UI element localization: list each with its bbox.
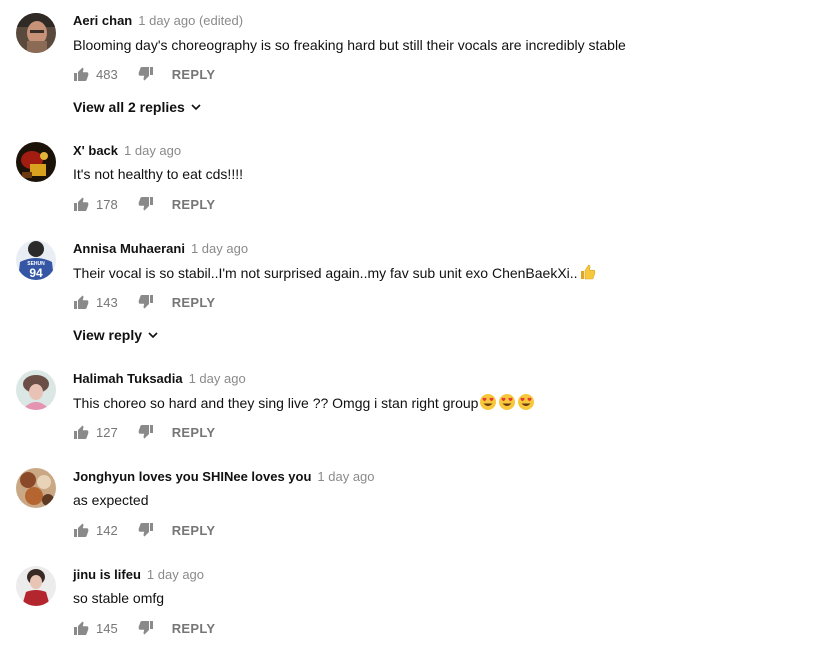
avatar[interactable]: SEHUN 94: [16, 240, 56, 280]
comment-actions: 145 REPLY: [73, 618, 215, 638]
reply-button[interactable]: REPLY: [172, 197, 216, 212]
chevron-down-icon: [148, 331, 158, 338]
timestamp[interactable]: 1 day ago (edited): [138, 13, 243, 28]
avatar[interactable]: [16, 142, 56, 182]
dislike-button[interactable]: [138, 620, 154, 636]
comment-text: Blooming day's choreography is so freaki…: [73, 37, 626, 53]
comments-section: Aeri chan 1 day ago (edited) Blooming day…: [0, 0, 819, 651]
avatar[interactable]: [16, 468, 56, 508]
thumbs-up-icon: [74, 425, 89, 439]
comment-text-row: This choreo so hard and they sing live ?…: [73, 393, 535, 412]
comment-text: Their vocal is so stabil..I'm not surpri…: [73, 265, 578, 281]
thumbs-up-icon: [74, 67, 89, 81]
like-count: 143: [96, 294, 118, 310]
like-button[interactable]: 145: [73, 620, 118, 636]
avatar[interactable]: [16, 370, 56, 410]
author-name[interactable]: X' back: [73, 143, 118, 158]
comment-header: Aeri chan 1 day ago (edited): [73, 13, 243, 29]
thumbs-down-icon: [138, 197, 153, 211]
chevron-down-icon: [191, 103, 201, 110]
reply-button[interactable]: REPLY: [172, 295, 216, 310]
thumbs-down-icon: [138, 425, 153, 439]
timestamp[interactable]: 1 day ago: [124, 143, 181, 158]
thumbs-up-icon: [74, 295, 89, 309]
thumbs-up-emoji: [580, 264, 595, 280]
timestamp[interactable]: 1 day ago: [147, 567, 204, 582]
view-replies-label: View reply: [73, 327, 143, 343]
timestamp[interactable]: 1 day ago: [189, 371, 246, 386]
dislike-button[interactable]: [138, 424, 154, 440]
view-replies-button[interactable]: View reply: [73, 327, 158, 343]
thumbs-up-icon: [74, 523, 89, 537]
thumbs-up-icon: [74, 621, 89, 635]
timestamp[interactable]: 1 day ago: [191, 241, 248, 256]
like-count: 127: [96, 424, 118, 440]
like-button[interactable]: 143: [73, 294, 118, 310]
comment-actions: 127 REPLY: [73, 422, 215, 442]
like-count: 145: [96, 620, 118, 636]
timestamp[interactable]: 1 day ago: [317, 469, 374, 484]
reply-button[interactable]: REPLY: [172, 523, 216, 538]
comment-header: Jonghyun loves you SHINee loves you 1 day…: [73, 469, 375, 485]
comment-actions: 142 REPLY: [73, 520, 215, 540]
comment-header: Halimah Tuksadia 1 day ago: [73, 371, 246, 387]
comment-header: X' back 1 day ago: [73, 143, 181, 159]
like-button[interactable]: 483: [73, 66, 118, 82]
like-button[interactable]: 142: [73, 522, 118, 538]
comment-text: This choreo so hard and they sing live ?…: [73, 395, 479, 411]
view-replies-button[interactable]: View all 2 replies: [73, 99, 201, 115]
dislike-button[interactable]: [138, 196, 154, 212]
reply-button[interactable]: REPLY: [172, 621, 216, 636]
author-name[interactable]: Annisa Muhaerani: [73, 241, 185, 256]
heart-eyes-emoji: [518, 394, 535, 410]
dislike-button[interactable]: [138, 294, 154, 310]
like-count: 142: [96, 522, 118, 538]
thumbs-up-icon: [74, 197, 89, 211]
author-name[interactable]: Aeri chan: [73, 13, 132, 28]
reply-button[interactable]: REPLY: [172, 425, 216, 440]
like-count: 178: [96, 196, 118, 212]
thumbs-down-icon: [138, 523, 153, 537]
like-count: 483: [96, 66, 118, 82]
author-name[interactable]: Jonghyun loves you SHINee loves you: [73, 469, 311, 484]
comment-actions: 483 REPLY: [73, 64, 215, 84]
avatar[interactable]: [16, 566, 56, 606]
dislike-button[interactable]: [138, 522, 154, 538]
comment-header: Annisa Muhaerani 1 day ago: [73, 241, 248, 257]
comment-actions: 143 REPLY: [73, 292, 215, 312]
comment-text: as expected: [73, 492, 149, 508]
like-button[interactable]: 127: [73, 424, 118, 440]
view-replies-label: View all 2 replies: [73, 99, 185, 115]
author-name[interactable]: jinu is lifeu: [73, 567, 141, 582]
heart-eyes-emoji: [499, 394, 516, 410]
author-name[interactable]: Halimah Tuksadia: [73, 371, 183, 386]
thumbs-down-icon: [138, 621, 153, 635]
heart-eyes-emoji: [480, 394, 497, 410]
comment-text: It's not healthy to eat cds!!!!: [73, 166, 243, 182]
dislike-button[interactable]: [138, 66, 154, 82]
comment-actions: 178 REPLY: [73, 194, 215, 214]
thumbs-down-icon: [138, 295, 153, 309]
comment-header: jinu is lifeu 1 day ago: [73, 567, 204, 583]
comment-text: so stable omfg: [73, 590, 165, 606]
like-button[interactable]: 178: [73, 196, 118, 212]
thumbs-down-icon: [138, 67, 153, 81]
comment-text-row: Their vocal is so stabil..I'm not surpri…: [73, 263, 597, 282]
avatar[interactable]: [16, 13, 56, 53]
reply-button[interactable]: REPLY: [172, 67, 216, 82]
avatar-jersey-number: 94: [29, 266, 43, 280]
